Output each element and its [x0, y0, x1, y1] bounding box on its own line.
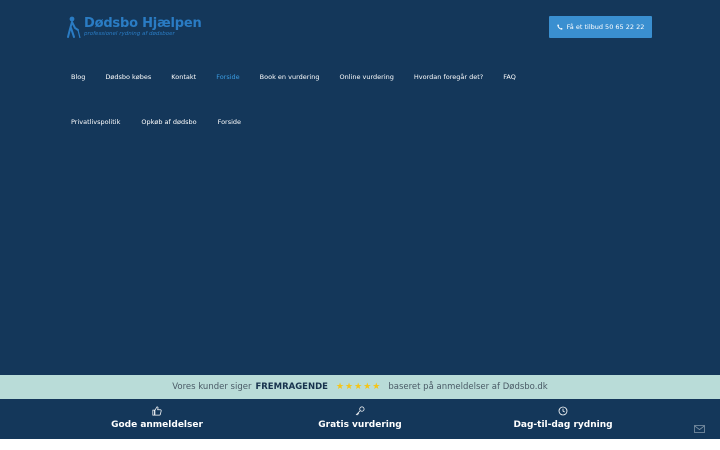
features-bar: Gode anmeldelser Gratis vurdering Dag-ti… [0, 399, 720, 439]
feature-label: Gode anmeldelser [111, 420, 203, 430]
nav-item-blog[interactable]: Blog [71, 73, 85, 81]
star-icon: ★ [363, 381, 372, 392]
star-icon: ★ [372, 381, 381, 392]
mail-icon[interactable] [694, 425, 705, 433]
nav-item-faq[interactable]: FAQ [503, 73, 516, 81]
star-icon: ★ [345, 381, 354, 392]
review-suffix: baseret på anmeldelser af Dødsbo.dk [388, 382, 548, 392]
nav-item-hvordan[interactable]: Hvordan foregår det? [414, 73, 483, 81]
feature-good-reviews: Gode anmeldelser [77, 405, 237, 430]
brand-name: Dødsbo Hjælpen [84, 16, 202, 31]
star-icon: ★ [354, 381, 363, 392]
feature-day-to-day: Dag-til-dag rydning [483, 405, 643, 430]
get-quote-button[interactable]: Få et tilbud 50 65 22 22 [549, 16, 652, 38]
nav-item-privatlivspolitik[interactable]: Privatlivspolitik [71, 118, 120, 126]
nav-item-opkob[interactable]: Opkøb af dødsbo [141, 118, 196, 126]
nav-item-forside[interactable]: Forside [216, 73, 239, 81]
main-nav-row-1: Blog Dødsbo købes Kontakt Forside Book e… [71, 73, 516, 81]
review-prefix: Vores kunder siger [172, 382, 252, 392]
rating-stars: ★ ★ ★ ★ ★ [335, 381, 381, 392]
review-rating-word: FREMRAGENDE [255, 382, 328, 392]
feature-label: Gratis vurdering [318, 420, 402, 430]
nav-item-online-vurdering[interactable]: Online vurdering [339, 73, 393, 81]
review-bar: Vores kunder siger FREMRAGENDE ★ ★ ★ ★ ★… [0, 375, 720, 399]
get-quote-label: Få et tilbud 50 65 22 22 [566, 23, 645, 31]
person-cleaning-icon [67, 16, 81, 39]
thumbs-up-icon [152, 406, 162, 416]
brand-tagline: professionel rydning af dødsboer [84, 31, 175, 37]
feature-free-valuation: Gratis vurdering [280, 405, 440, 430]
hero-section: Dødsbo Hjælpen professionel rydning af d… [0, 0, 720, 375]
nav-item-kontakt[interactable]: Kontakt [171, 73, 196, 81]
main-nav-row-2: Privatlivspolitik Opkøb af dødsbo Forsid… [71, 118, 241, 126]
star-icon: ★ [335, 381, 345, 392]
key-icon [355, 406, 365, 416]
page-bottom [0, 439, 720, 450]
nav-item-book-vurdering[interactable]: Book en vurdering [260, 73, 320, 81]
feature-label: Dag-til-dag rydning [513, 420, 613, 430]
clock-icon [558, 406, 568, 416]
nav-item-dodsbo-kobes[interactable]: Dødsbo købes [105, 73, 151, 81]
nav-item-forside-2[interactable]: Forside [218, 118, 241, 126]
brand-logo[interactable]: Dødsbo Hjælpen professionel rydning af d… [66, 15, 202, 41]
phone-icon [556, 24, 563, 30]
